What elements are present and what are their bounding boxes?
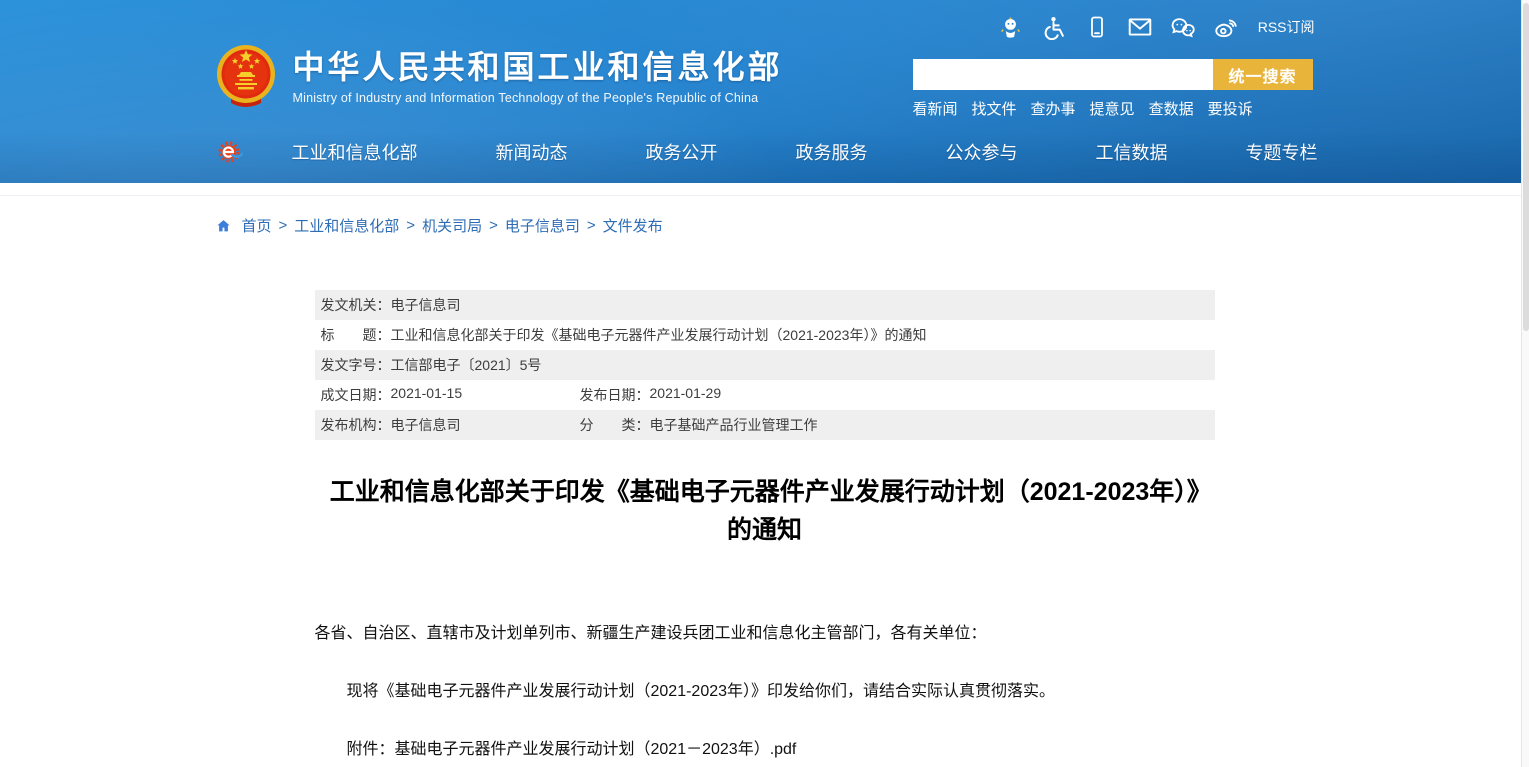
written-date-value: 2021-01-15 — [391, 385, 463, 405]
publish-date-value: 2021-01-29 — [650, 385, 722, 405]
site-subtitle-en: Ministry of Industry and Information Tec… — [293, 91, 783, 105]
search-input[interactable] — [913, 59, 1213, 90]
quick-link-feedback[interactable]: 提意见 — [1090, 98, 1135, 119]
table-row: 发文字号： 工信部电子〔2021〕5号 — [315, 350, 1215, 380]
weibo-icon[interactable] — [1213, 14, 1239, 40]
wechat-icon[interactable] — [1170, 14, 1196, 40]
site-banner: RSS订阅 中华人民共和国工业和信息化部 — [0, 0, 1529, 183]
category-value: 电子基础产品行业管理工作 — [650, 415, 818, 435]
document-page: 发文机关： 电子信息司 标 题： 工业和信息化部关于印发《基础电子元器件产业发展… — [315, 290, 1215, 762]
quick-links: 看新闻 找文件 查办事 提意见 查数据 要投诉 — [913, 98, 1253, 119]
publish-date-label: 发布日期： — [580, 385, 650, 405]
table-row: 成文日期： 2021-01-15 发布日期： 2021-01-29 — [315, 380, 1215, 410]
article-paragraph: 现将《基础电子元器件产业发展行动计划（2021-2023年）》印发给你们，请结合… — [315, 679, 1215, 704]
nav-item-news[interactable]: 新闻动态 — [496, 139, 568, 165]
breadcrumb-miit[interactable]: 工业和信息化部 — [294, 215, 399, 236]
breadcrumb-separator: > — [587, 217, 596, 234]
scrollbar-thumb[interactable] — [1523, 3, 1529, 331]
mascot-icon[interactable] — [998, 14, 1024, 40]
doc-title-value: 工业和信息化部关于印发《基础电子元器件产业发展行动计划（2021-2023年）》… — [391, 325, 927, 345]
site-brand: 中华人民共和国工业和信息化部 Ministry of Industry and … — [215, 44, 783, 108]
publishing-org-label: 发布机构： — [321, 415, 391, 435]
breadcrumb-electronics-dept[interactable]: 电子信息司 — [505, 215, 580, 236]
publishing-org-value: 电子信息司 — [391, 415, 461, 435]
quick-link-complaint[interactable]: 要投诉 — [1208, 98, 1253, 119]
breadcrumb: 首页 > 工业和信息化部 > 机关司局 > 电子信息司 > 文件发布 — [215, 215, 1315, 236]
article-title: 工业和信息化部关于印发《基础电子元器件产业发展行动计划（2021-2023年）》… — [325, 473, 1205, 549]
nav-item-gov-services[interactable]: 政务服务 — [796, 139, 868, 165]
doc-title-label: 标 题： — [321, 325, 391, 345]
quick-link-services[interactable]: 查办事 — [1031, 98, 1076, 119]
category-label: 分 类： — [580, 415, 650, 435]
breadcrumb-document-release[interactable]: 文件发布 — [603, 215, 663, 236]
nav-item-special-topics[interactable]: 专题专栏 — [1246, 139, 1318, 165]
accessibility-icon[interactable] — [1041, 14, 1067, 40]
search-bar: 统一搜索 — [913, 59, 1313, 90]
breadcrumb-separator: > — [489, 217, 498, 234]
table-row: 发布机构： 电子信息司 分 类： 电子基础产品行业管理工作 — [315, 410, 1215, 440]
doc-number-value: 工信部电子〔2021〕5号 — [391, 355, 542, 375]
nav-item-gov-disclosure[interactable]: 政务公开 — [646, 139, 718, 165]
site-title: 中华人民共和国工业和信息化部 — [293, 47, 783, 87]
issuing-agency-value: 电子信息司 — [391, 295, 461, 315]
doc-number-label: 发文字号： — [321, 355, 391, 375]
issuing-agency-label: 发文机关： — [321, 295, 391, 315]
miit-e-logo-icon — [215, 137, 245, 167]
article-body: 各省、自治区、直辖市及计划单列市、新疆生产建设兵团工业和信息化主管部门，各有关单… — [315, 621, 1215, 762]
attachment-pdf-link[interactable]: 附件：基础电子元器件产业发展行动计划（2021－2023年）.pdf — [315, 737, 1215, 762]
article-paragraph: 各省、自治区、直辖市及计划单列市、新疆生产建设兵团工业和信息化主管部门，各有关单… — [315, 621, 1215, 646]
breadcrumb-separator: > — [406, 217, 415, 234]
unified-search-button[interactable]: 统一搜索 — [1213, 59, 1313, 90]
top-utility-bar: RSS订阅 — [998, 14, 1315, 40]
national-emblem-logo — [215, 44, 277, 108]
main-nav: 工业和信息化部 新闻动态 政务公开 政务服务 公众参与 工信数据 专题专栏 — [215, 133, 1318, 171]
table-row: 标 题： 工业和信息化部关于印发《基础电子元器件产业发展行动计划（2021-20… — [315, 320, 1215, 350]
quick-link-data[interactable]: 查数据 — [1149, 98, 1194, 119]
quick-link-files[interactable]: 找文件 — [972, 98, 1017, 119]
breadcrumb-departments[interactable]: 机关司局 — [422, 215, 482, 236]
breadcrumb-separator: > — [279, 217, 288, 234]
mobile-icon[interactable] — [1084, 14, 1110, 40]
breadcrumb-home[interactable]: 首页 — [242, 215, 272, 236]
nav-item-data[interactable]: 工信数据 — [1096, 139, 1168, 165]
banner-divider — [0, 183, 1529, 196]
table-row: 发文机关： 电子信息司 — [315, 290, 1215, 320]
scrollbar-track[interactable] — [1521, 0, 1529, 767]
nav-item-public-participation[interactable]: 公众参与 — [946, 139, 1018, 165]
rss-subscribe-link[interactable]: RSS订阅 — [1258, 17, 1315, 37]
document-info-table: 发文机关： 电子信息司 标 题： 工业和信息化部关于印发《基础电子元器件产业发展… — [315, 290, 1215, 440]
written-date-label: 成文日期： — [321, 385, 391, 405]
mail-icon[interactable] — [1127, 14, 1153, 40]
nav-item-miit[interactable]: 工业和信息化部 — [292, 139, 418, 165]
home-icon[interactable] — [215, 218, 232, 234]
quick-link-news[interactable]: 看新闻 — [913, 98, 958, 119]
